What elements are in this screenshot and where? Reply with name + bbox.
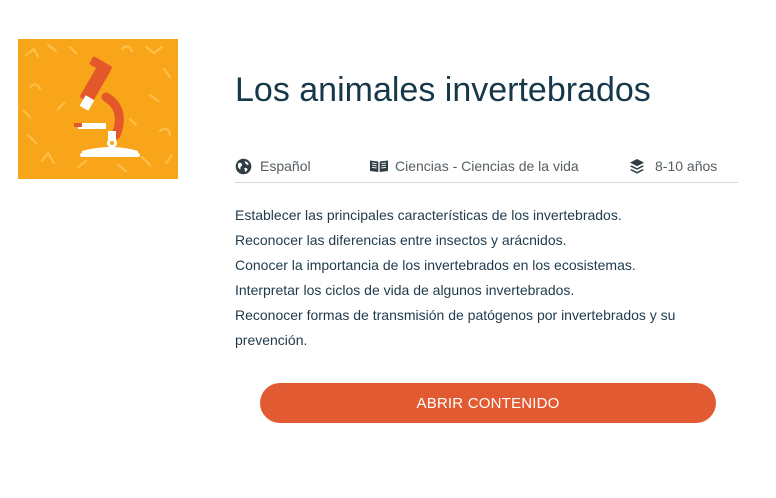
objective-item: prevención. xyxy=(235,332,308,348)
resource-thumbnail xyxy=(18,39,178,179)
objectives-list: Establecer las principales característic… xyxy=(235,203,695,353)
meta-language-label: Español xyxy=(260,158,311,174)
layers-icon xyxy=(630,158,644,174)
objective-item: Establecer las principales característic… xyxy=(235,207,622,223)
microscope-icon xyxy=(22,43,174,173)
objective-item: Conocer la importancia de los invertebra… xyxy=(235,257,636,273)
meta-language: Español xyxy=(235,157,311,175)
globe-icon xyxy=(235,158,252,174)
meta-age: 8-10 años xyxy=(629,157,717,175)
meta-subject-label: Ciencias - Ciencias de la vida xyxy=(395,158,579,174)
open-content-button[interactable]: ABRIR CONTENIDO xyxy=(260,383,716,423)
meta-subject: Ciencias - Ciencias de la vida xyxy=(369,157,579,175)
resource-meta-bar: Español Ciencias - Ciencias de la vida 8… xyxy=(235,153,738,183)
objective-item: Reconocer las diferencias entre insectos… xyxy=(235,232,567,248)
objective-item: Reconocer formas de transmisión de patóg… xyxy=(235,307,676,323)
open-book-icon xyxy=(370,160,388,172)
resource-card: Los animales invertebrados Español Cienc… xyxy=(0,0,776,498)
resource-title: Los animales invertebrados xyxy=(235,71,651,109)
meta-age-label: 8-10 años xyxy=(655,158,718,174)
objective-item: Interpretar los ciclos de vida de alguno… xyxy=(235,282,575,298)
